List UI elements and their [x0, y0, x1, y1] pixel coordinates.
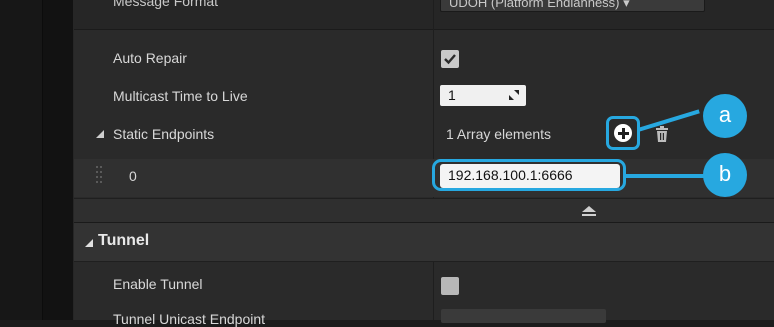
spin-arrows-icon[interactable] — [508, 89, 520, 101]
multicast-ttl-spinbox[interactable]: 1 — [440, 85, 526, 106]
message-format-dropdown[interactable]: UDOH (Platform Endianness) ▾ — [440, 0, 705, 12]
enable-tunnel-checkbox[interactable] — [441, 277, 459, 295]
callout-b-badge: b — [703, 153, 747, 197]
endpoint-row — [74, 159, 774, 197]
left-strip — [42, 0, 74, 320]
drag-handle-icon[interactable] — [96, 166, 104, 186]
static-endpoints-label: Static Endpoints — [113, 126, 215, 142]
left-gutter — [0, 0, 42, 320]
tunnel-unicast-endpoint-input[interactable] — [441, 309, 606, 323]
array-elements-count: 1 Array elements — [446, 126, 552, 142]
callout-a-badge: a — [703, 94, 747, 138]
collapse-arrow-icon[interactable] — [581, 205, 597, 217]
auto-repair-label: Auto Repair — [113, 50, 187, 66]
section-expand-icon[interactable] — [84, 238, 94, 248]
endpoint-index: 0 — [129, 168, 137, 184]
enable-tunnel-label: Enable Tunnel — [113, 276, 203, 292]
tunnel-unicast-endpoint-label: Tunnel Unicast Endpoint — [113, 311, 266, 327]
add-element-icon[interactable] — [614, 124, 632, 142]
tunnel-section-title: Tunnel — [98, 232, 150, 249]
check-icon — [444, 54, 456, 65]
trash-icon[interactable] — [655, 126, 669, 142]
expand-arrow-icon[interactable] — [95, 129, 105, 139]
endpoint-highlight — [432, 159, 626, 191]
callout-b-line — [625, 174, 705, 178]
auto-repair-checkbox[interactable] — [441, 50, 459, 68]
collapse-bar[interactable] — [74, 198, 774, 222]
message-format-label: Message Format — [113, 0, 219, 9]
tunnel-section-header[interactable] — [74, 222, 774, 262]
multicast-ttl-label: Multicast Time to Live — [113, 88, 248, 104]
multicast-ttl-value: 1 — [448, 87, 456, 103]
